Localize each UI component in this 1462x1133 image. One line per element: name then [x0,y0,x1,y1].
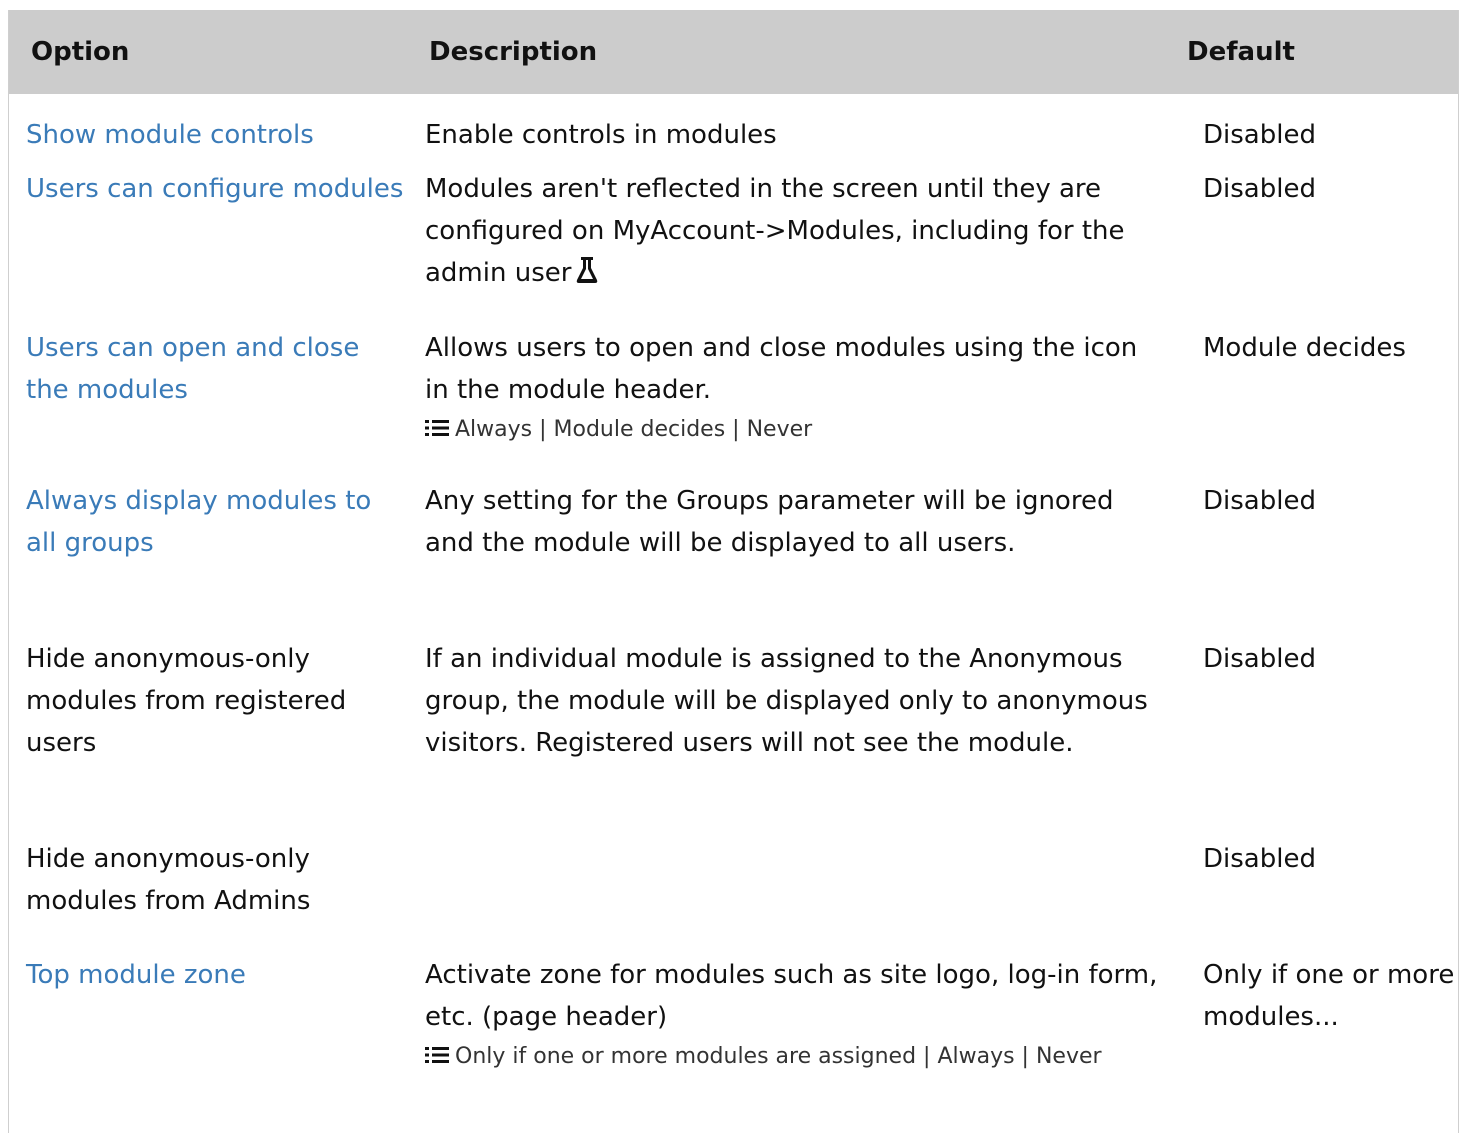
description-text: Enable controls in modules [425,120,777,150]
description-text: Any setting for the Groups parameter wil… [425,486,1114,558]
table-row: Users can configure modules Modules aren… [9,168,1458,327]
default-cell: Disabled [1187,638,1458,838]
default-cell: Disabled [1187,168,1458,327]
option-cell: Show module controls [9,94,413,168]
option-cell: Always display modules to all groups [9,480,413,638]
default-value: Disabled [1203,844,1316,874]
default-value: Disabled [1203,644,1316,674]
preferences-table-frame: Option Description Default Show module c… [8,10,1459,1133]
description-text: Allows users to open and close modules u… [425,333,1138,405]
column-header-default: Default [1187,10,1458,94]
option-cell: Top module zone [9,954,413,1114]
list-icon [425,1041,449,1063]
hint-text: Only if one or more modules are assigned… [455,1044,1102,1069]
description-text: If an individual module is assigned to t… [425,644,1148,758]
default-cell: Disabled [1187,480,1458,638]
description-cell: Allows users to open and close modules u… [413,327,1187,480]
table-header-row: Option Description Default [9,10,1458,94]
option-values-hint: Always | Module decides | Never [425,413,1169,447]
column-header-option: Option [9,10,413,94]
table-row: Hide anonymous-only modules from Admins … [9,838,1458,954]
flask-icon [575,255,599,285]
description-cell [413,838,1187,954]
hint-text: Always | Module decides | Never [455,417,813,442]
default-value: Module decides [1203,333,1406,363]
description-cell: Modules aren't reflected in the screen u… [413,168,1187,327]
table-row: Top module zone Activate zone for module… [9,954,1458,1114]
option-cell: Hide anonymous-only modules from Admins [9,838,413,954]
option-label-hide-anonymous-only-from-admins: Hide anonymous-only modules from Admins [26,844,311,916]
option-link-top-module-zone[interactable]: Top module zone [26,960,246,990]
default-cell: Module decides [1187,327,1458,480]
option-cell: Users can configure modules [9,168,413,327]
default-value: Disabled [1203,486,1316,516]
option-link-always-display-modules-to-all-groups[interactable]: Always display modules to all groups [26,486,371,558]
description-cell: Activate zone for modules such as site l… [413,954,1187,1114]
table-row: Show module controls Enable controls in … [9,94,1458,168]
description-cell: If an individual module is assigned to t… [413,638,1187,838]
option-link-show-module-controls[interactable]: Show module controls [26,120,314,150]
default-cell: Only if one or more modules... [1187,954,1458,1114]
default-value: Disabled [1203,120,1316,150]
column-header-description: Description [413,10,1187,94]
description-cell: Enable controls in modules [413,94,1187,168]
list-icon [425,414,449,436]
description-text: Activate zone for modules such as site l… [425,960,1158,1032]
default-value: Only if one or more modules... [1203,960,1455,1032]
description-text: Modules aren't reflected in the screen u… [425,174,1125,288]
table-row: Hide anonymous-only modules from registe… [9,638,1458,838]
option-cell: Hide anonymous-only modules from registe… [9,638,413,838]
description-cell: Any setting for the Groups parameter wil… [413,480,1187,638]
default-cell: Disabled [1187,838,1458,954]
option-link-users-can-configure-modules[interactable]: Users can configure modules [26,174,403,204]
module-preferences-table: Option Description Default Show module c… [9,10,1458,1114]
default-value: Disabled [1203,174,1316,204]
option-values-hint: Only if one or more modules are assigned… [425,1040,1169,1074]
option-label-hide-anonymous-only-from-registered: Hide anonymous-only modules from registe… [26,644,347,758]
table-row: Always display modules to all groups Any… [9,480,1458,638]
default-cell: Disabled [1187,94,1458,168]
option-cell: Users can open and close the modules [9,327,413,480]
table-row: Users can open and close the modules All… [9,327,1458,480]
option-link-users-can-open-and-close-the-modules[interactable]: Users can open and close the modules [26,333,359,405]
